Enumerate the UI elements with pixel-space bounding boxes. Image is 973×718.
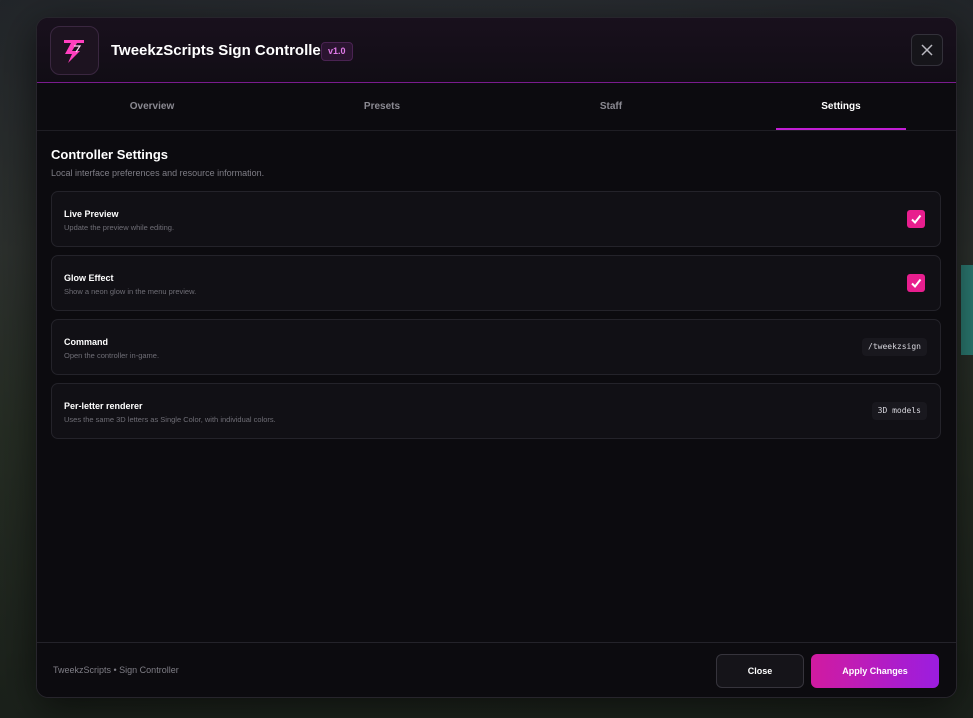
modal-header: TweekzScripts Sign Controller v1.0 bbox=[37, 18, 956, 83]
setting-per-letter-renderer: Per-letter renderer Uses the same 3D let… bbox=[51, 383, 941, 439]
setting-label: Live Preview bbox=[64, 209, 119, 219]
setting-label: Per-letter renderer bbox=[64, 401, 143, 411]
close-icon[interactable] bbox=[911, 34, 943, 66]
apply-changes-button[interactable]: Apply Changes bbox=[811, 654, 939, 688]
modal-footer: TweekzScripts • Sign Controller Close Ap… bbox=[37, 642, 956, 697]
setting-command: Command Open the controller in-game. /tw… bbox=[51, 319, 941, 375]
renderer-code: 3D models bbox=[871, 402, 927, 420]
checkmark-icon bbox=[911, 214, 922, 225]
lightning-logo-icon bbox=[50, 26, 99, 75]
command-code: /tweekzsign bbox=[862, 338, 927, 356]
live-preview-checkbox[interactable] bbox=[907, 210, 925, 228]
controller-modal: TweekzScripts Sign Controller v1.0 Overv… bbox=[36, 17, 957, 698]
setting-label: Glow Effect bbox=[64, 273, 114, 283]
setting-description: Update the preview while editing. bbox=[64, 223, 175, 232]
setting-description: Uses the same 3D letters as Single Color… bbox=[64, 415, 276, 424]
setting-glow-effect: Glow Effect Show a neon glow in the menu… bbox=[51, 255, 941, 311]
version-badge: v1.0 bbox=[321, 42, 353, 61]
section-subtitle: Local interface preferences and resource… bbox=[51, 168, 265, 178]
footer-text: TweekzScripts • Sign Controller bbox=[53, 665, 179, 675]
tab-bar: Overview Presets Staff Settings bbox=[37, 83, 956, 131]
setting-description: Show a neon glow in the menu preview. bbox=[64, 287, 197, 296]
section-title: Controller Settings bbox=[51, 147, 169, 162]
setting-live-preview: Live Preview Update the preview while ed… bbox=[51, 191, 941, 247]
close-button[interactable]: Close bbox=[716, 654, 804, 688]
tab-presets[interactable]: Presets bbox=[317, 83, 447, 130]
tab-staff[interactable]: Staff bbox=[546, 83, 676, 130]
background-accent bbox=[961, 265, 973, 355]
tab-settings[interactable]: Settings bbox=[776, 83, 906, 130]
setting-label: Command bbox=[64, 337, 109, 347]
checkmark-icon bbox=[911, 278, 922, 289]
glow-effect-checkbox[interactable] bbox=[907, 274, 925, 292]
setting-description: Open the controller in-game. bbox=[64, 351, 160, 360]
tab-overview[interactable]: Overview bbox=[87, 83, 217, 130]
app-title: TweekzScripts Sign Controller bbox=[111, 42, 327, 59]
